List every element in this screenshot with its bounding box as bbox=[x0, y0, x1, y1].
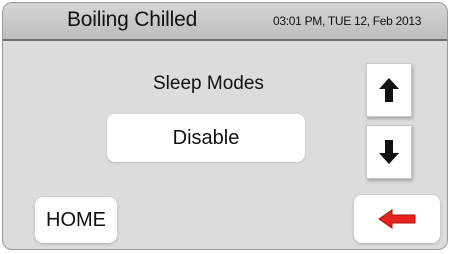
app-title: Boiling Chilled bbox=[67, 8, 198, 31]
touch-screen: Boiling Chilled 03:01 PM, TUE 12, Feb 20… bbox=[2, 2, 448, 250]
back-arrow-icon bbox=[378, 209, 416, 229]
header-bar: Boiling Chilled 03:01 PM, TUE 12, Feb 20… bbox=[3, 3, 447, 41]
arrow-down-icon bbox=[379, 140, 399, 164]
setting-value: Disable bbox=[172, 126, 240, 149]
home-button[interactable]: HOME bbox=[35, 197, 117, 243]
home-label: HOME bbox=[46, 208, 106, 231]
setting-value-box[interactable]: Disable bbox=[107, 114, 305, 162]
setting-title: Sleep Modes bbox=[153, 73, 264, 94]
scroll-down-button[interactable] bbox=[366, 125, 412, 179]
arrow-up-icon bbox=[379, 78, 399, 102]
scroll-up-button[interactable] bbox=[366, 63, 412, 117]
back-button[interactable] bbox=[354, 195, 440, 243]
datetime-display: 03:01 PM, TUE 12, Feb 2013 bbox=[273, 14, 422, 28]
